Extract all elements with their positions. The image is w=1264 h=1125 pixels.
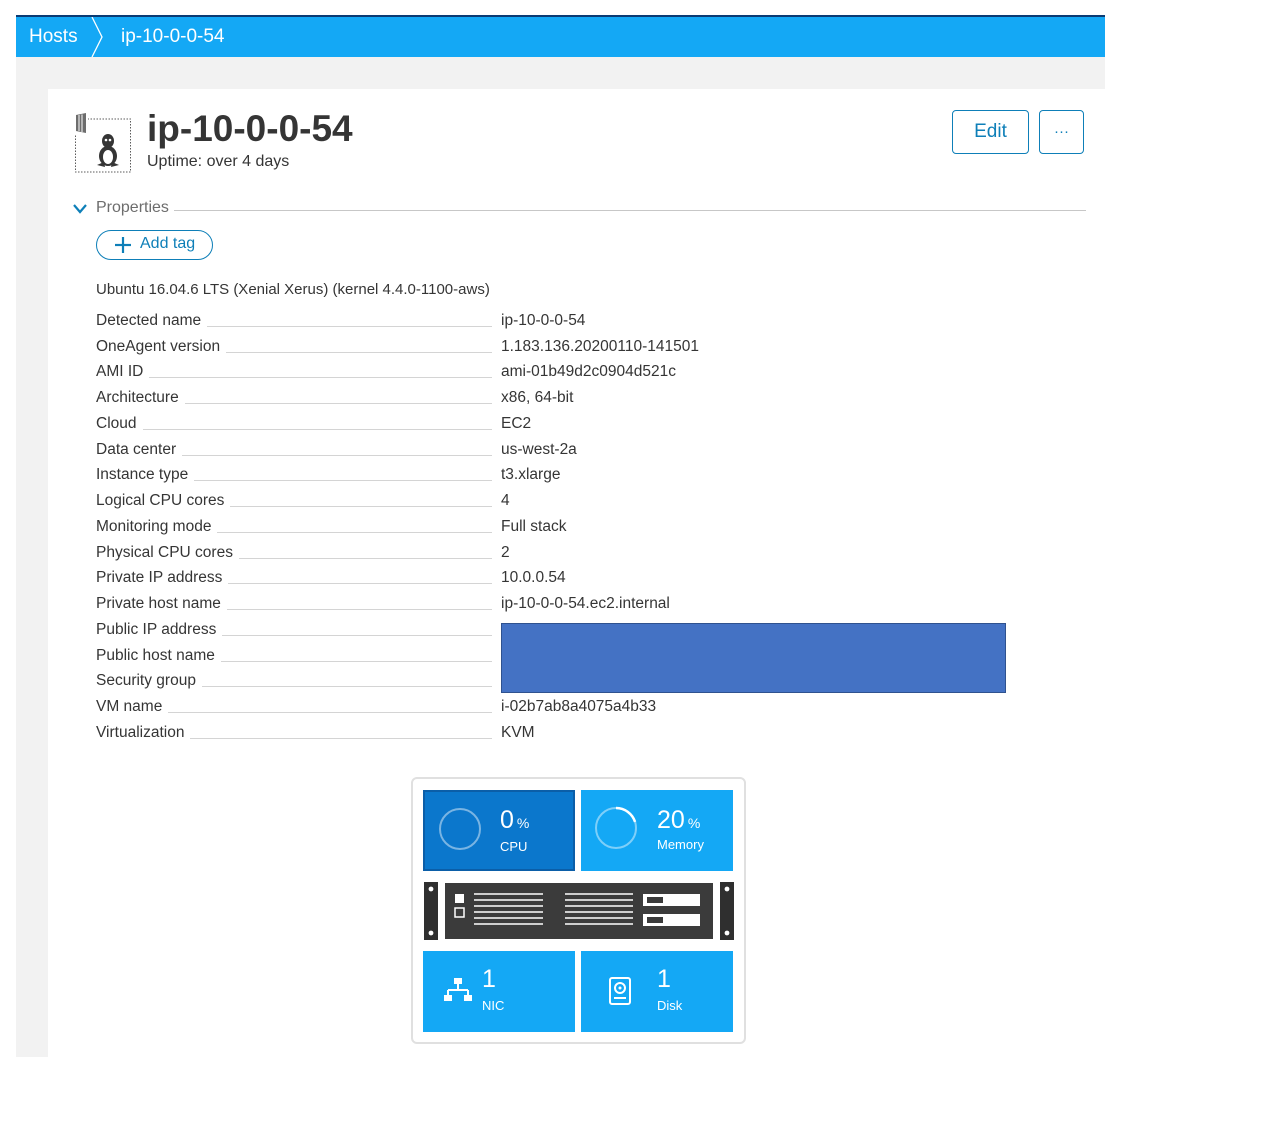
memory-label: Memory [657, 837, 704, 852]
more-options-button[interactable]: ··· [1039, 110, 1084, 154]
properties-divider [174, 210, 1086, 211]
disk-icon [609, 977, 631, 1005]
network-icon [444, 978, 472, 1001]
property-key: Public IP address [96, 621, 223, 639]
property-row: Instance type t3.xlarge [96, 466, 896, 488]
property-row: Logical CPU cores 4 [96, 492, 896, 514]
property-key: Public host name [96, 647, 221, 665]
cpu-value: 0 [500, 806, 514, 834]
memory-value: 20 [657, 806, 685, 834]
property-key: Architecture [96, 389, 185, 407]
plus-icon [115, 237, 131, 253]
property-value: 4 [501, 492, 510, 509]
property-value: ami-01b49d2c0904d521c [501, 363, 676, 380]
property-key: Security group [96, 672, 202, 690]
property-key: Detected name [96, 312, 208, 330]
property-key: AMI ID [96, 363, 150, 381]
property-value: 2 [501, 544, 510, 561]
property-key: Instance type [96, 466, 195, 484]
property-row: Monitoring mode Full stack [96, 518, 896, 540]
property-value: us-west-2a [501, 441, 577, 458]
disk-value: 1 [657, 965, 671, 993]
disk-tile[interactable]: 1 Disk [581, 951, 733, 1032]
cpu-unit: % [516, 815, 530, 831]
property-value: 1.183.136.20200110-141501 [501, 338, 699, 355]
server-rack-icon [424, 882, 734, 940]
property-value: x86, 64-bit [501, 389, 574, 406]
property-key: OneAgent version [96, 338, 227, 356]
property-key: Virtualization [96, 724, 191, 742]
cpu-label: CPU [500, 839, 528, 854]
property-row: Private IP address 10.0.0.54 [96, 569, 896, 591]
property-value: i-02b7ab8a4075a4b33 [501, 698, 657, 715]
breadcrumb-separator-icon [91, 17, 103, 57]
property-key: Logical CPU cores [96, 492, 231, 510]
cpu-gauge-icon [438, 807, 482, 851]
property-row: Data center us-west-2a [96, 441, 896, 463]
breadcrumb: Hosts ip-10-0-0-54 [16, 15, 1105, 57]
leader-line [96, 377, 492, 378]
nic-label: NIC [482, 998, 505, 1013]
property-key: VM name [96, 698, 169, 716]
property-row: AMI ID ami-01b49d2c0904d521c [96, 363, 896, 385]
edit-button[interactable]: Edit [952, 110, 1029, 154]
property-row: VM name i-02b7ab8a4075a4b33 [96, 698, 896, 720]
property-value: EC2 [501, 415, 532, 432]
property-key: Cloud [96, 415, 143, 433]
chevron-down-icon[interactable] [72, 203, 88, 215]
property-row: Detected name ip-10-0-0-54 [96, 312, 896, 334]
uptime-text: Uptime: over 4 days [147, 153, 290, 170]
property-value: ip-10-0-0-54 [501, 312, 586, 329]
property-key: Private host name [96, 595, 227, 613]
redaction-box [501, 623, 1006, 693]
property-value: KVM [501, 724, 535, 741]
add-tag-label: Add tag [140, 235, 196, 252]
property-key: Private IP address [96, 569, 229, 587]
breadcrumb-hosts[interactable]: Hosts [29, 17, 78, 57]
property-key: Monitoring mode [96, 518, 218, 536]
property-row: Physical CPU cores 2 [96, 544, 896, 566]
memory-gauge-icon [594, 806, 638, 850]
page-title: ip-10-0-0-54 [147, 108, 353, 149]
linux-host-icon [74, 113, 131, 173]
property-key: Physical CPU cores [96, 544, 239, 562]
breadcrumb-current: ip-10-0-0-54 [121, 26, 225, 47]
disk-label: Disk [657, 998, 683, 1013]
leader-line [96, 429, 492, 430]
property-value: ip-10-0-0-54.ec2.internal [501, 595, 670, 612]
property-row: Architecture x86, 64-bit [96, 389, 896, 411]
memory-unit: % [687, 815, 701, 831]
nic-tile[interactable]: 1 NIC [423, 951, 575, 1032]
nic-value: 1 [482, 965, 496, 993]
cpu-tile[interactable]: 0% CPU [423, 790, 575, 871]
memory-tile[interactable]: 20% Memory [581, 790, 733, 871]
property-row: OneAgent version 1.183.136.20200110-14150… [96, 338, 896, 360]
add-tag-button[interactable]: Add tag [96, 230, 213, 260]
property-key: Data center [96, 441, 183, 459]
property-row: Cloud EC2 [96, 415, 896, 437]
property-row: Private host name ip-10-0-0-54.ec2.intern… [96, 595, 896, 617]
os-description: Ubuntu 16.04.6 LTS (Xenial Xerus) (kerne… [96, 281, 490, 298]
properties-toggle[interactable]: Properties [96, 199, 172, 217]
property-value: Full stack [501, 518, 567, 535]
property-row: Virtualization KVM [96, 724, 896, 746]
property-value: 10.0.0.54 [501, 569, 566, 586]
property-value: t3.xlarge [501, 466, 561, 483]
